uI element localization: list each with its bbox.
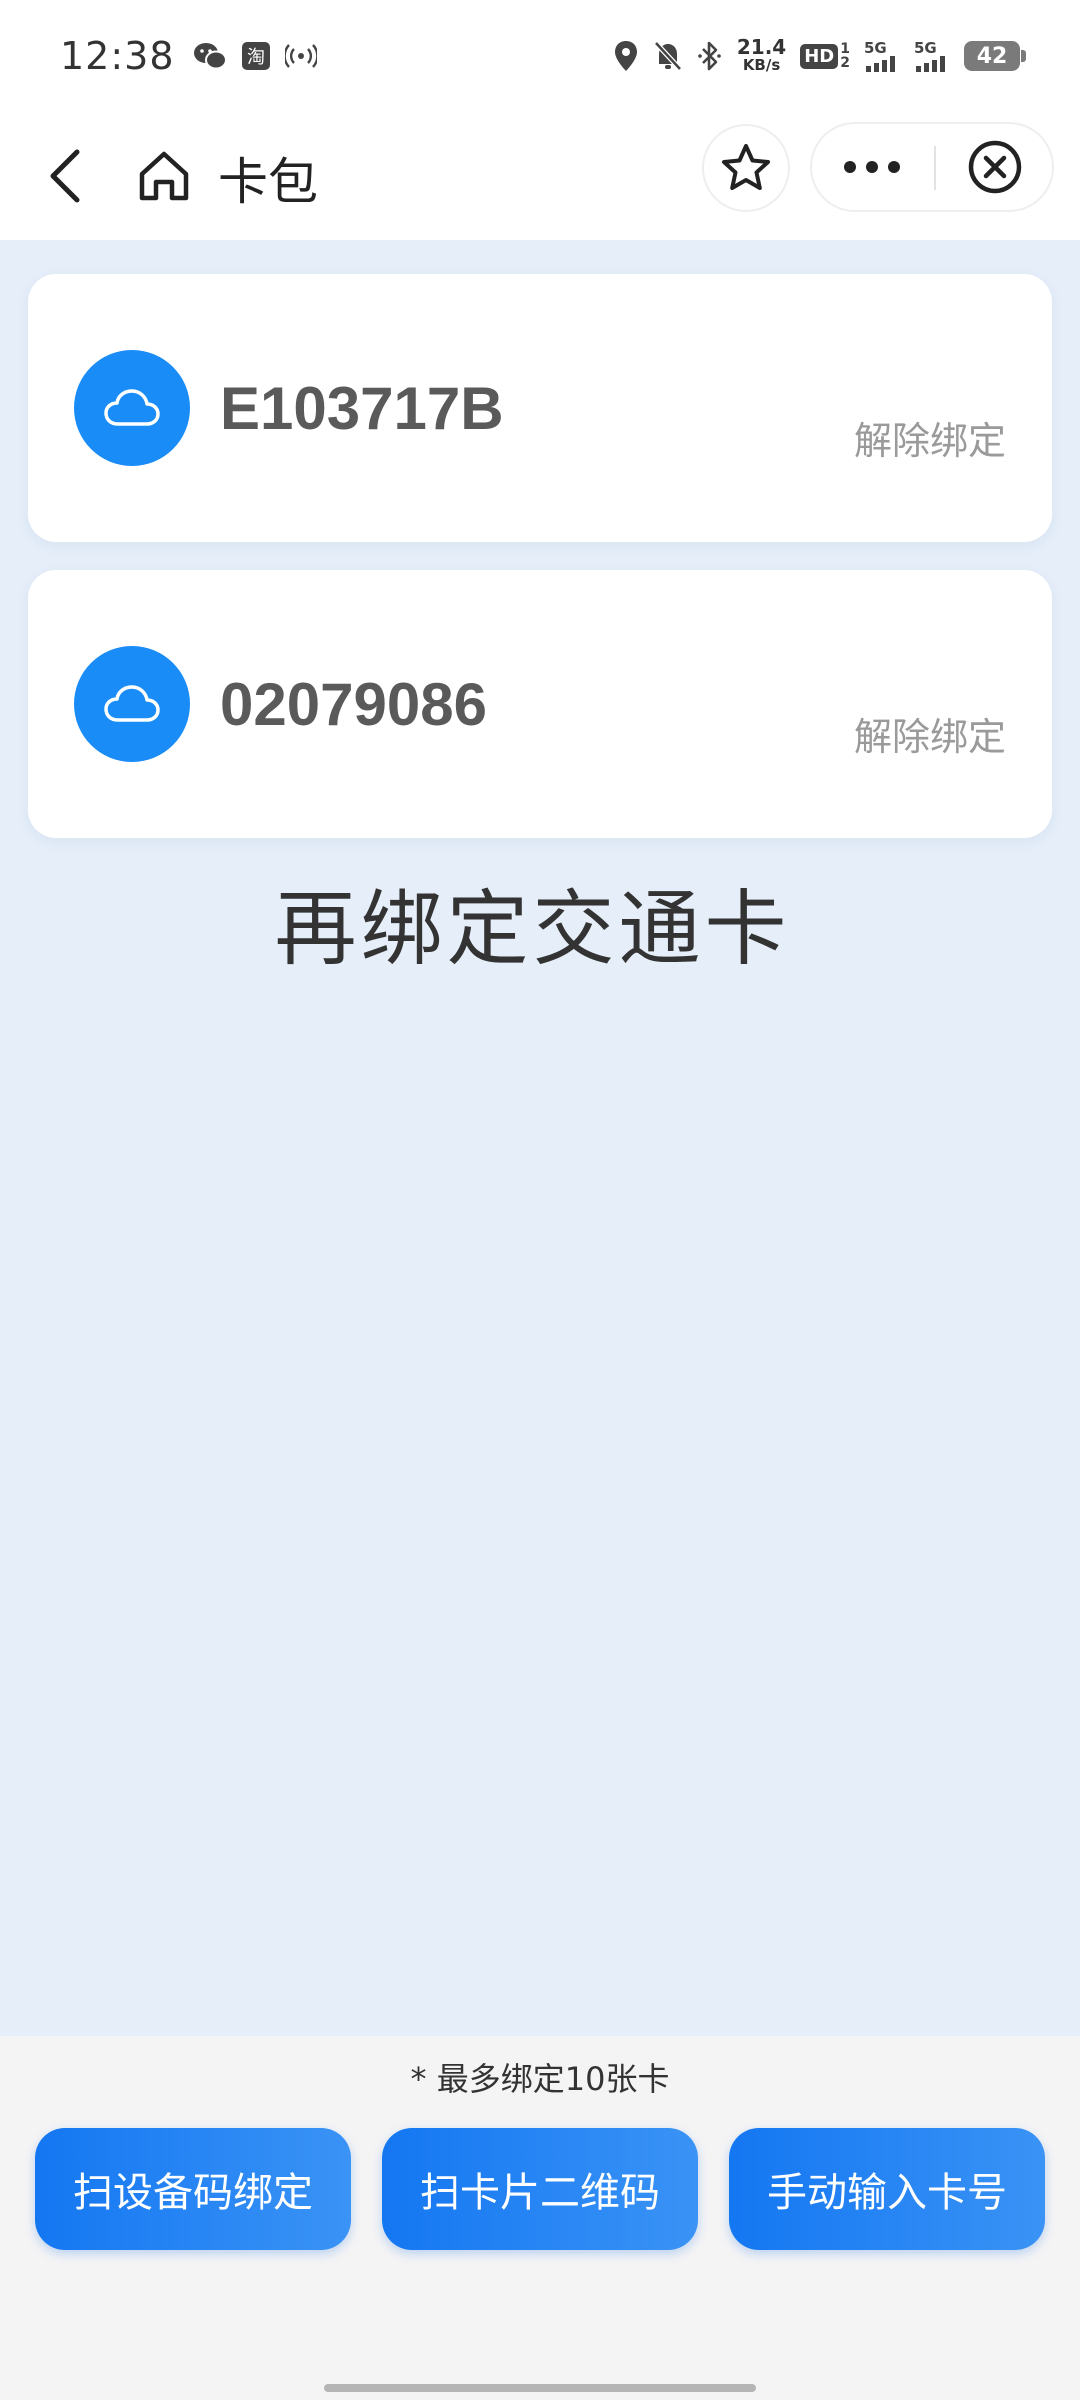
rebind-heading: 再绑定交通卡: [274, 882, 791, 977]
unbind-link[interactable]: 解除绑定: [854, 706, 1006, 761]
gesture-home-indicator[interactable]: [324, 2384, 756, 2392]
close-button[interactable]: [936, 124, 1054, 210]
manual-input-button[interactable]: 手动输入卡号: [729, 2128, 1045, 2250]
more-dots-icon: [844, 161, 900, 173]
signal-strength-icon: 5G: [864, 38, 900, 72]
mute-bell-icon: [653, 40, 683, 72]
signal-1-label: 5G: [864, 38, 887, 57]
network-speed-unit: KB/s: [742, 56, 781, 74]
hotspot-icon: [284, 42, 317, 70]
transit-card-item[interactable]: 02079086 解除绑定: [28, 570, 1052, 838]
transit-card-item[interactable]: E103717B 解除绑定: [28, 274, 1052, 542]
chevron-left-icon: [50, 149, 80, 203]
home-icon: [139, 151, 189, 201]
card-number: E103717B: [220, 375, 504, 442]
status-time: 12:38: [60, 34, 175, 78]
star-icon: [722, 144, 770, 190]
status-bar: 12:38 淘 21.4 KB/s HD 1 2 5G 5G 42: [0, 0, 1080, 112]
home-button[interactable]: [126, 138, 202, 214]
scan-device-code-button[interactable]: 扫设备码绑定: [35, 2128, 351, 2250]
svg-text:淘: 淘: [247, 47, 265, 68]
scan-card-qr-button[interactable]: 扫卡片二维码: [382, 2128, 698, 2250]
card-number: 02079086: [220, 671, 487, 738]
battery-indicator: 42: [964, 41, 1026, 71]
status-system-icons: 21.4 KB/s HD 12 5G 5G 42: [613, 35, 1026, 74]
hd-label: HD: [800, 43, 839, 69]
card-avatar: [74, 646, 190, 762]
page-title: 卡包: [218, 153, 318, 211]
signal-2-label: 5G: [914, 38, 937, 57]
more-button[interactable]: [812, 124, 932, 210]
navigation-bar: 卡包: [0, 112, 1080, 240]
card-wallet-page: 12:38 淘 21.4 KB/s HD 1 2 5G 5G 42 卡包 E10…: [0, 0, 1080, 2400]
bottom-action-panel: * 最多绑定10张卡 扫设备码绑定 扫卡片二维码 手动输入卡号: [0, 2036, 1080, 2400]
location-icon: [613, 40, 639, 72]
taobao-icon: 淘: [241, 41, 271, 71]
signal-strength-icon: 5G: [914, 38, 950, 72]
sim-slots: 12: [840, 41, 850, 71]
status-app-icons: 淘: [193, 41, 317, 71]
card-avatar: [74, 350, 190, 466]
unbind-link[interactable]: 解除绑定: [854, 410, 1006, 465]
bluetooth-icon: [697, 40, 723, 72]
cloud-icon: [104, 389, 160, 426]
network-speed-value: 21.4: [736, 35, 787, 59]
cloud-icon: [104, 685, 160, 722]
wechat-icon: [193, 41, 227, 71]
favorite-button[interactable]: [702, 124, 790, 212]
close-circle-icon: [968, 140, 1022, 194]
mini-program-capsule: [810, 122, 1054, 212]
bind-limit-hint: * 最多绑定10张卡: [410, 2060, 670, 2098]
back-button[interactable]: [30, 138, 100, 214]
network-speed: 21.4 KB/s: [736, 35, 787, 74]
hd-volte-icon: HD 12: [800, 42, 850, 70]
